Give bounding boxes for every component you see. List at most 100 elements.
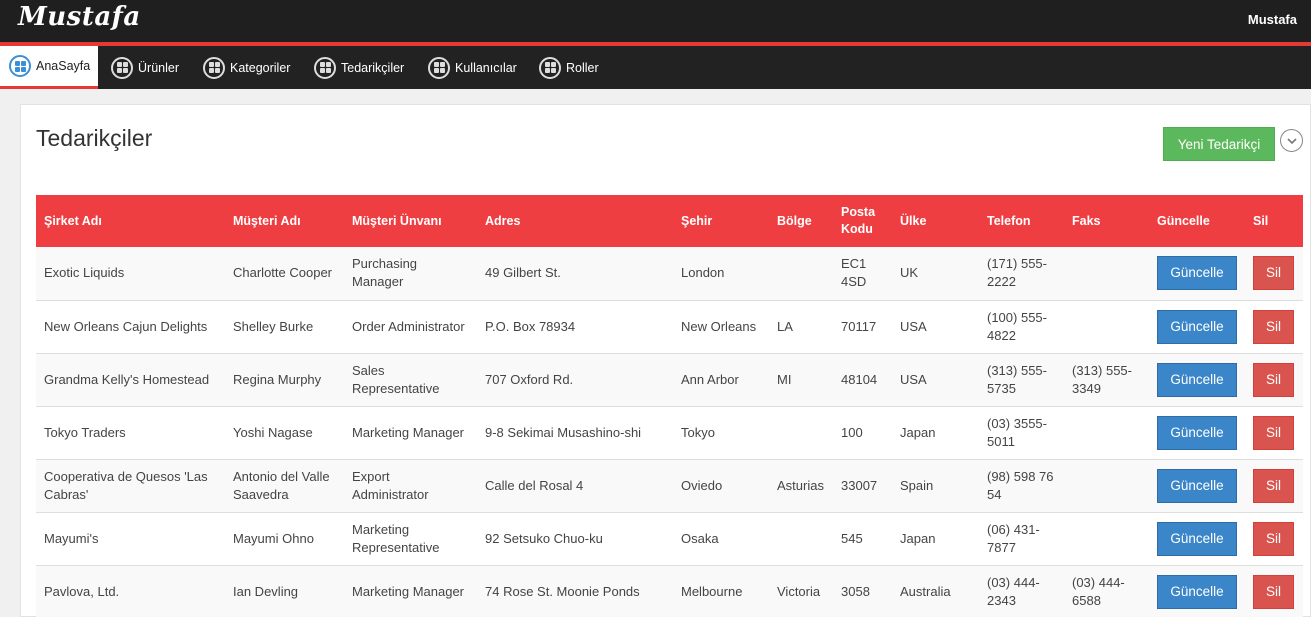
phone-cell: (06) 431-7877: [987, 521, 1040, 555]
col-header[interactable]: Posta Kodu: [833, 195, 892, 247]
city-cell: Melbourne: [681, 583, 743, 599]
delete-button[interactable]: Sil: [1253, 521, 1294, 556]
postal-code-cell: 33007: [841, 477, 878, 493]
contact-title-cell: Marketing Manager: [352, 424, 464, 440]
col-header[interactable]: Faks: [1064, 195, 1149, 247]
delete-button[interactable]: Sil: [1253, 256, 1294, 291]
table-row: Mayumi's Mayumi Ohno Marketing Representat…: [36, 512, 1303, 565]
update-button[interactable]: Güncelle: [1157, 362, 1237, 397]
update-button[interactable]: Güncelle: [1157, 574, 1237, 609]
address-cell: 707 Oxford Rd.: [485, 371, 574, 387]
phone-cell: (313) 555-5735: [987, 362, 1047, 396]
table-header-row: Şirket Adı Müşteri Adı Müşteri Ünvanı Ad…: [36, 195, 1303, 247]
update-cell: Güncelle: [1149, 247, 1245, 300]
company-name-cell: Grandma Kelly's Homestead: [44, 371, 210, 387]
delete-cell: Sil: [1245, 406, 1303, 459]
city-cell: Osaka: [681, 530, 719, 546]
company-name-cell: Exotic Liquids: [44, 265, 125, 281]
nav-label: Tedarikçiler: [341, 60, 405, 75]
delete-button[interactable]: Sil: [1253, 415, 1294, 450]
phone-cell: (171) 555-2222: [987, 256, 1047, 290]
contact-title-cell: Order Administrator: [352, 318, 465, 334]
nav-item-kategoriler[interactable]: Kategoriler: [203, 46, 290, 89]
country-cell: UK: [900, 265, 919, 281]
postal-code-cell: 3058: [841, 583, 870, 599]
grid-icon: [111, 56, 133, 79]
update-button[interactable]: Güncelle: [1157, 256, 1237, 291]
contact-name-cell: Shelley Burke: [233, 318, 314, 334]
nav-label: Kategoriler: [230, 60, 291, 75]
address-cell: 92 Setsuko Chuo-ku: [485, 530, 603, 546]
update-button[interactable]: Güncelle: [1157, 415, 1237, 450]
update-button[interactable]: Güncelle: [1157, 521, 1237, 556]
grid-icon: [203, 56, 225, 79]
col-header: Güncelle: [1157, 213, 1210, 228]
contact-name-cell: Ian Devling: [233, 583, 299, 599]
col-header[interactable]: Adres: [477, 195, 673, 247]
postal-code-cell: EC1 4SD: [841, 256, 867, 290]
contact-name-cell: Antonio del Valle Saavedra: [233, 468, 330, 502]
contact-title-cell: Marketing Manager: [352, 583, 464, 599]
city-cell: London: [681, 265, 725, 281]
postal-code-cell: 100: [841, 424, 863, 440]
brand-logo[interactable]: Mustafa: [18, 2, 141, 32]
col-header[interactable]: Şehir: [673, 195, 769, 247]
delete-button[interactable]: Sil: [1253, 574, 1294, 609]
delete-button[interactable]: Sil: [1253, 468, 1294, 503]
delete-cell: Sil: [1245, 247, 1303, 300]
contact-title-cell: Export Administrator: [352, 468, 429, 502]
update-cell: Güncelle: [1149, 565, 1245, 617]
phone-cell: (03) 444-2343: [987, 574, 1040, 608]
col-header[interactable]: Ülke: [892, 195, 979, 247]
page-title: Tedarikçiler: [36, 125, 153, 151]
update-cell: Güncelle: [1149, 459, 1245, 512]
nav-item-tedarikciler[interactable]: Tedarikçiler: [314, 46, 404, 89]
grid-icon: [9, 55, 31, 77]
table-row: Pavlova, Ltd. Ian Devling Marketing Manage…: [36, 565, 1303, 617]
suppliers-table: Şirket Adı Müşteri Adı Müşteri Ünvanı Ad…: [36, 195, 1303, 617]
grid-icon: [428, 56, 450, 79]
country-cell: USA: [900, 318, 927, 334]
region-cell: [769, 512, 833, 565]
contact-name-cell: Mayumi Ohno: [233, 530, 314, 546]
delete-button[interactable]: Sil: [1253, 362, 1294, 397]
nav-item-roller[interactable]: Roller: [539, 46, 599, 89]
col-header[interactable]: Telefon: [979, 195, 1064, 247]
collapse-toggle[interactable]: [1280, 129, 1303, 152]
col-header[interactable]: Müşteri Ünvanı: [344, 195, 477, 247]
city-cell: New Orleans: [681, 318, 757, 334]
grid-icon: [314, 56, 336, 79]
contact-name-cell: Charlotte Cooper: [233, 265, 332, 281]
update-cell: Güncelle: [1149, 512, 1245, 565]
nav-item-kullanicilar[interactable]: Kullanıcılar: [428, 46, 517, 89]
fax-cell: [1064, 300, 1149, 353]
region-cell: Victoria: [777, 583, 821, 599]
col-header[interactable]: Müşteri Adı: [225, 195, 344, 247]
col-header[interactable]: Şirket Adı: [36, 195, 225, 247]
phone-cell: (100) 555-4822: [987, 309, 1047, 343]
fax-cell: (313) 555-3349: [1072, 362, 1132, 396]
nav-item-anasayfa[interactable]: AnaSayfa: [0, 46, 98, 89]
user-name[interactable]: Mustafa: [1248, 12, 1297, 27]
region-cell: [769, 247, 833, 300]
fax-cell: [1064, 512, 1149, 565]
fax-cell: [1064, 406, 1149, 459]
update-button[interactable]: Güncelle: [1157, 468, 1237, 503]
new-supplier-button[interactable]: Yeni Tedarikçi: [1163, 127, 1275, 161]
address-cell: 49 Gilbert St.: [485, 265, 561, 281]
country-cell: USA: [900, 371, 927, 387]
country-cell: Japan: [900, 424, 936, 440]
delete-cell: Sil: [1245, 353, 1303, 406]
company-name-cell: Tokyo Traders: [44, 424, 126, 440]
company-name-cell: New Orleans Cajun Delights: [44, 318, 208, 334]
region-cell: LA: [777, 318, 793, 334]
country-cell: Australia: [900, 583, 951, 599]
address-cell: 74 Rose St. Moonie Ponds: [485, 583, 640, 599]
update-button[interactable]: Güncelle: [1157, 309, 1237, 344]
update-cell: Güncelle: [1149, 300, 1245, 353]
nav-item-urunler[interactable]: Ürünler: [111, 46, 179, 89]
col-header[interactable]: Bölge: [769, 195, 833, 247]
delete-button[interactable]: Sil: [1253, 309, 1294, 344]
address-cell: 9-8 Sekimai Musashino-shi: [485, 424, 642, 440]
company-name-cell: Mayumi's: [44, 530, 99, 546]
